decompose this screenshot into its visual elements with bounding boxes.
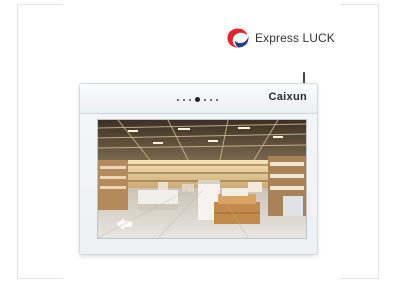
frame-left-line bbox=[17, 4, 18, 279]
frame-bottom-right-line bbox=[340, 278, 379, 279]
device-brand-label: Caixun bbox=[268, 91, 307, 103]
product-image: Express LUCK Caixun bbox=[0, 0, 393, 282]
wifi-display-device: Caixun bbox=[79, 83, 318, 255]
device-top-bar: Caixun bbox=[80, 84, 317, 114]
indicator-dot bbox=[210, 98, 212, 101]
indicator-dot-active bbox=[195, 97, 200, 102]
frame-right-line bbox=[378, 4, 379, 279]
device-screen bbox=[97, 119, 307, 239]
frame-top-right-line bbox=[340, 4, 379, 5]
indicator-dots bbox=[177, 97, 218, 102]
logo-text: Express LUCK bbox=[255, 31, 335, 45]
frame-bottom-left-line bbox=[17, 278, 63, 279]
indicator-dot bbox=[216, 98, 218, 101]
frame-top-left-line bbox=[17, 4, 63, 5]
indicator-dot bbox=[189, 98, 191, 101]
express-luck-logo: Express LUCK bbox=[226, 27, 335, 49]
express-luck-logo-icon bbox=[227, 28, 249, 48]
indicator-dot bbox=[177, 98, 179, 101]
store-interior-photo bbox=[98, 120, 306, 238]
indicator-dot bbox=[204, 98, 206, 101]
indicator-dot bbox=[183, 98, 185, 101]
